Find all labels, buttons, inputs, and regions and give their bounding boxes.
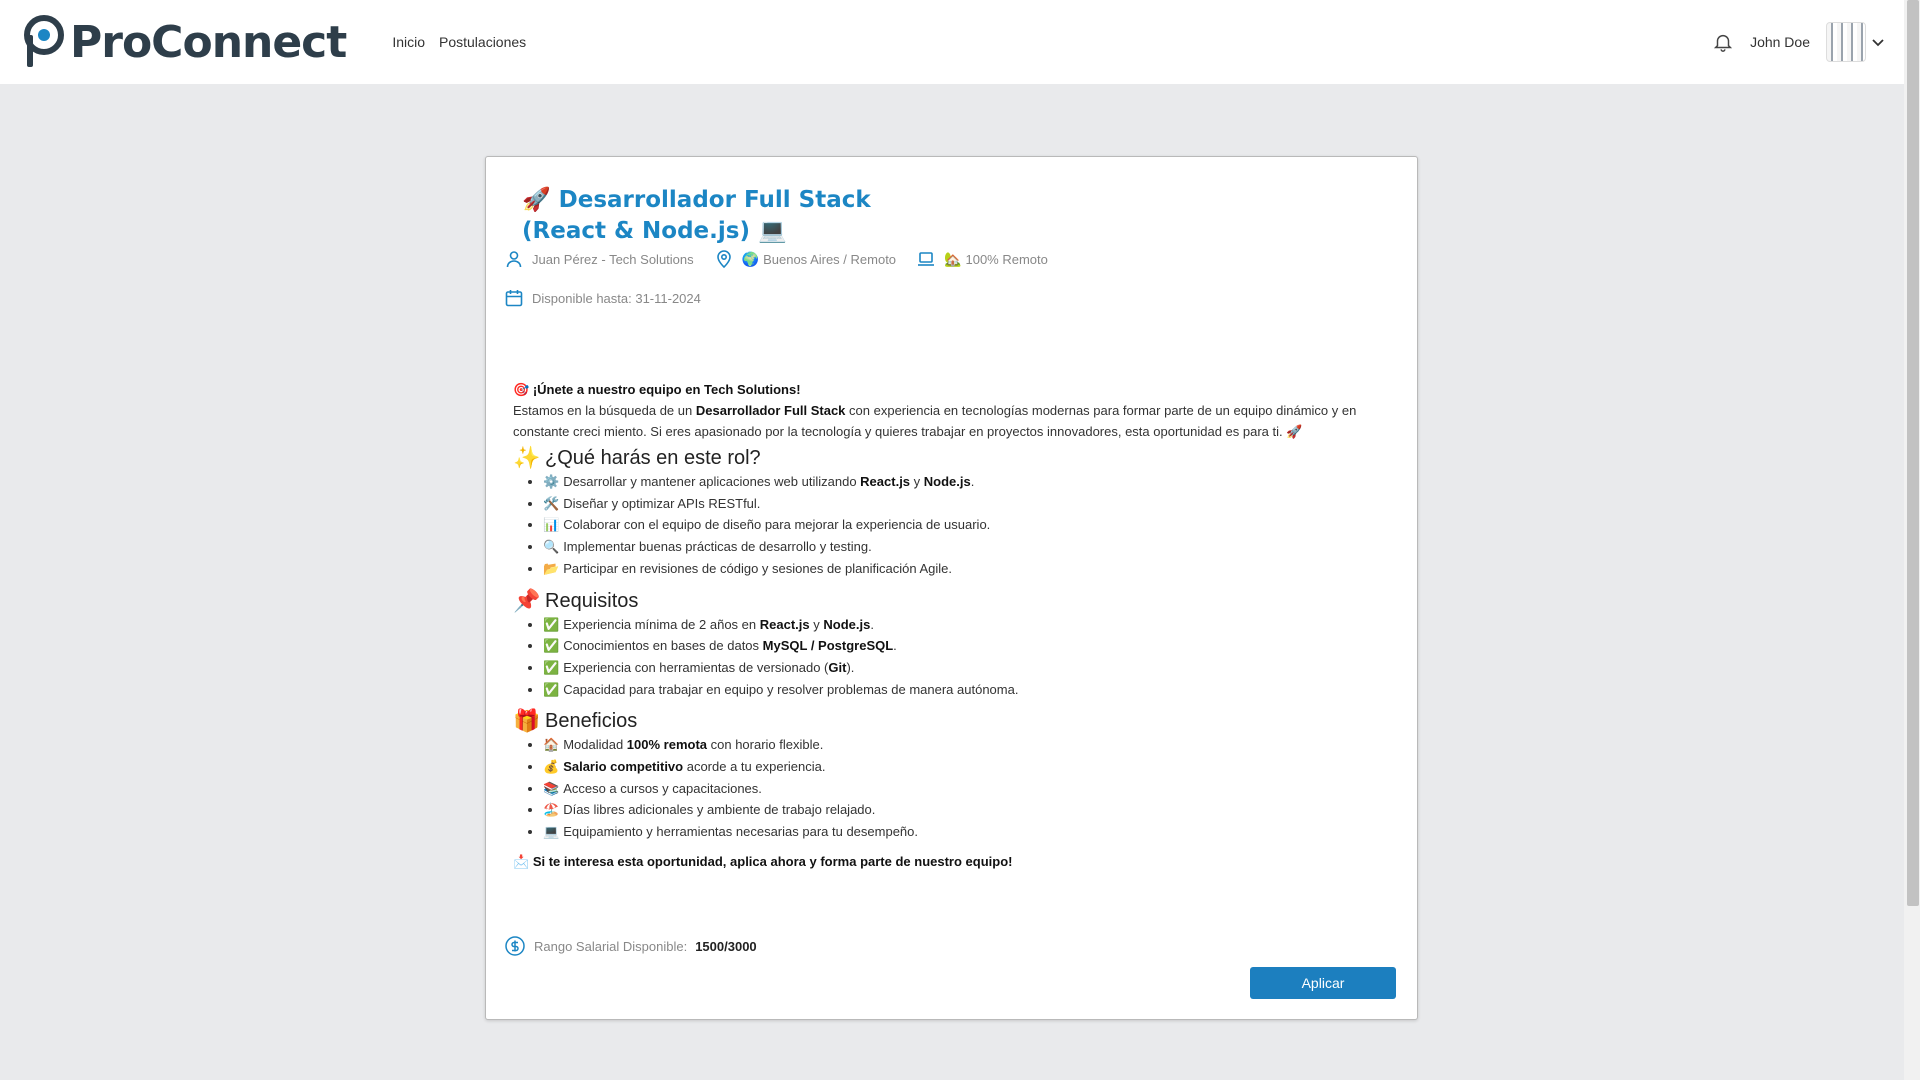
user-name[interactable]: John Doe [1750, 34, 1810, 50]
money-bag-icon: 💰 [543, 759, 560, 775]
laptop-icon [916, 249, 936, 269]
logo-pin-icon [24, 15, 64, 69]
checkmark-icon: ✅ [543, 659, 560, 675]
beach-icon: 🏖️ [543, 802, 560, 818]
job-title: 🚀 Desarrollador Full Stack (React & Node… [522, 185, 902, 247]
rocket-icon: 🚀 [522, 187, 551, 213]
top-header: ProConnect Inicio Postulaciones John Doe [0, 0, 1904, 84]
magnifier-icon: 🔍 [543, 539, 560, 555]
folder-icon: 📂 [543, 560, 560, 576]
list-item: 📊Colaborar con el equipo de diseño para … [543, 514, 1393, 536]
scrollbar-thumb[interactable] [1907, 0, 1919, 906]
brand-logo[interactable]: ProConnect [24, 0, 347, 84]
apply-button[interactable]: Aplicar [1250, 967, 1396, 999]
job-meta-row: Juan Pérez - Tech Solutions 🌍 Buenos Air… [504, 249, 1068, 269]
list-item: 🛠️Diseñar y optimizar APIs RESTful. [543, 493, 1393, 515]
bell-icon[interactable] [1712, 31, 1734, 53]
computer-icon: 💻 [543, 824, 560, 840]
location-info: 🌍 Buenos Aires / Remoto [714, 249, 896, 269]
dollar-circle-icon [504, 935, 526, 957]
sparkles-icon: ✨ [513, 445, 541, 470]
rocket-icon: 🚀 [1286, 424, 1303, 439]
nav-link-inicio[interactable]: Inicio [392, 34, 425, 50]
chevron-down-icon[interactable] [1870, 34, 1886, 50]
books-icon: 📚 [543, 780, 560, 796]
list-item: 🏖️Días libres adicionales y ambiente de … [543, 799, 1393, 821]
list-item: 📚Acceso a cursos y capacitaciones. [543, 778, 1393, 800]
list-item: ⚙️Desarrollar y mantener aplicaciones we… [543, 471, 1393, 493]
envelope-icon: 📩 [513, 853, 530, 869]
gift-icon: 🎁 [513, 708, 541, 734]
list-item: ✅Capacidad para trabajar en equipo y res… [543, 679, 1393, 701]
bar-chart-icon: 📊 [543, 517, 560, 533]
salary-value: 1500/3000 [695, 938, 757, 954]
target-icon: 🎯 [513, 382, 530, 397]
intro-heading: 🎯 ¡Únete a nuestro equipo en Tech Soluti… [513, 382, 801, 397]
modality-text: 100% Remoto [965, 251, 1048, 267]
checkmark-icon: ✅ [543, 616, 560, 632]
gear-icon: ⚙️ [543, 474, 560, 489]
avatar[interactable] [1826, 22, 1866, 62]
checkmark-icon: ✅ [543, 681, 560, 697]
location-pin-icon [714, 249, 734, 269]
available-until-text: Disponible hasta: 31-11-2024 [532, 290, 701, 306]
list-item: 💻Equipamiento y herramientas necesarias … [543, 821, 1393, 843]
job-detail-card: 🚀 Desarrollador Full Stack (React & Node… [485, 156, 1418, 1020]
globe-icon: 🌍 [741, 250, 760, 267]
salary-label: Rango Salarial Disponible: [534, 938, 688, 954]
calendar-icon [504, 288, 524, 308]
list-item: 🏠Modalidad 100% remota con horario flexi… [543, 734, 1393, 756]
availability-info: Disponible hasta: 31-11-2024 [504, 288, 701, 308]
logo-text: ProConnect [70, 16, 347, 68]
closing-statement: 📩 Si te interesa esta oportunidad, aplic… [513, 853, 1013, 869]
list-item: 📂Participar en revisiones de código y se… [543, 558, 1393, 580]
section-title-requirements: 📌 Requisitos [513, 587, 639, 613]
role-list: ⚙️Desarrollar y mantener aplicaciones we… [513, 471, 1393, 580]
modality-info: 🏡 100% Remoto [916, 249, 1048, 269]
location-text: Buenos Aires / Remoto [763, 251, 897, 267]
intro-paragraph: Estamos en la búsqueda de un Desarrollad… [513, 403, 1357, 439]
tools-icon: 🛠️ [543, 495, 560, 511]
benefits-list: 🏠Modalidad 100% remota con horario flexi… [513, 734, 1393, 843]
nav-link-postulaciones[interactable]: Postulaciones [439, 34, 526, 50]
salary-range: Rango Salarial Disponible: 1500/3000 [504, 935, 757, 957]
list-item: ✅Conocimientos en bases de datos MySQL /… [543, 635, 1393, 657]
main-nav: Inicio Postulaciones [392, 34, 526, 50]
user-icon [504, 249, 524, 269]
house-tree-icon: 🏡 [944, 250, 962, 267]
job-title-text: Desarrollador Full Stack (React & Node.j… [522, 187, 871, 244]
job-description: 🎯 ¡Únete a nuestro equipo en Tech Soluti… [513, 379, 1393, 872]
list-item: ✅Experiencia mínima de 2 años en React.j… [543, 614, 1393, 636]
laptop-emoji-icon: 💻 [758, 218, 787, 244]
section-title-benefits: 🎁 Beneficios [513, 708, 638, 734]
page-scrollbar[interactable] [1904, 0, 1920, 1080]
requirements-list: ✅Experiencia mínima de 2 años en React.j… [513, 614, 1393, 701]
list-item: 💰Salario competitivo acorde a tu experie… [543, 756, 1393, 778]
user-area: John Doe [1712, 0, 1886, 84]
list-item: ✅Experiencia con herramientas de version… [543, 657, 1393, 679]
list-item: 🔍Implementar buenas prácticas de desarro… [543, 536, 1393, 558]
recruiter-info: Juan Pérez - Tech Solutions [504, 249, 694, 269]
pushpin-icon: 📌 [513, 587, 541, 613]
recruiter-text: Juan Pérez - Tech Solutions [532, 251, 694, 267]
availability-row: Disponible hasta: 31-11-2024 [504, 288, 721, 308]
house-icon: 🏠 [543, 737, 560, 753]
checkmark-icon: ✅ [543, 638, 560, 654]
section-title-role: ✨ ¿Qué harás en este rol? [513, 445, 761, 470]
